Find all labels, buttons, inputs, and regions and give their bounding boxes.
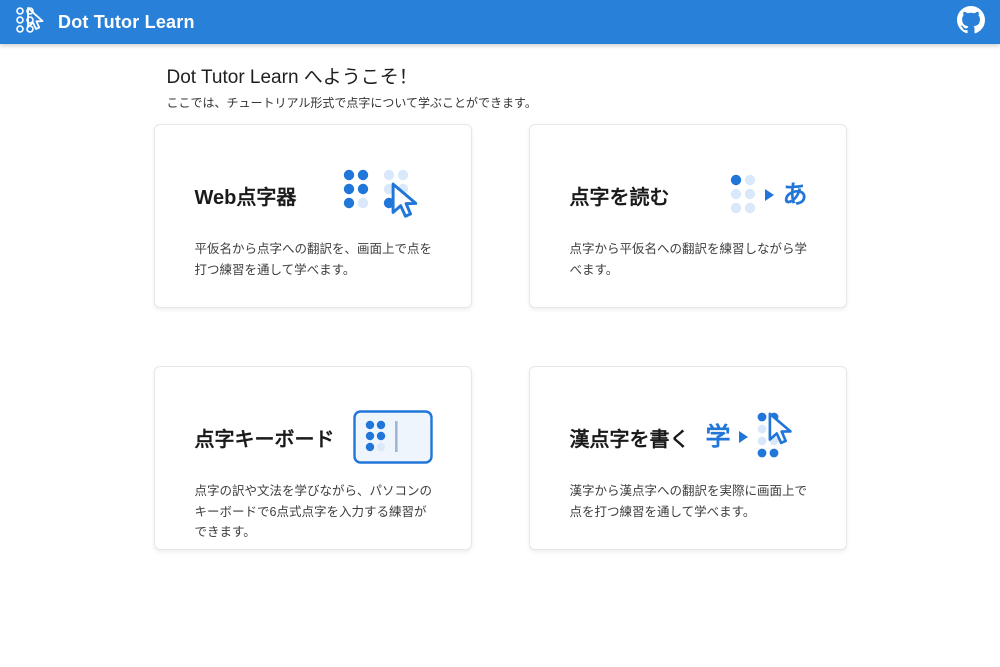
kanji-to-braille-cursor-icon: 学 (705, 411, 807, 463)
app-header: Dot Tutor Learn (0, 0, 1000, 44)
card-read-braille[interactable]: 点字を読む あ 点字から平仮名への翻訳を練習しながら学べます。 (529, 124, 847, 308)
card-description: 平仮名から点字への翻訳を、画面上で点を打つ練習を通して学べます。 (195, 239, 433, 280)
main-content: Dot Tutor Learn へようこそ！ ここでは、チュートリアル形式で点字… (154, 44, 847, 550)
github-icon (957, 6, 985, 39)
welcome-section: Dot Tutor Learn へようこそ！ ここでは、チュートリアル形式で点字… (154, 62, 847, 111)
card-top-row: 点字キーボード (195, 395, 433, 479)
card-title: 漢点字を書く (570, 423, 690, 452)
card-description: 点字から平仮名への翻訳を練習しながら学べます。 (570, 239, 808, 280)
card-top-row: 点字を読む あ (570, 153, 808, 237)
card-description: 漢字から漢点字への翻訳を実際に画面上で点を打つ練習を通して学べます。 (570, 481, 808, 522)
arrow-right-icon (765, 189, 774, 201)
card-top-row: 漢点字を書く 学 (570, 395, 808, 479)
braille-keyboard-input-icon (353, 410, 433, 464)
page-subtitle: ここでは、チュートリアル形式で点字について学ぶことができます。 (167, 94, 847, 111)
page-title: Dot Tutor Learn へようこそ！ (167, 62, 847, 89)
card-title: 点字キーボード (195, 423, 335, 452)
tutorial-cards-grid: Web点字器 (154, 124, 847, 550)
braille-cells-with-cursor-icon (341, 162, 433, 228)
github-link[interactable] (956, 7, 986, 37)
card-braille-keyboard[interactable]: 点字キーボード 点字の訳や文法を学びながら、パソコンのキーボードで6点式点字を入… (154, 366, 472, 550)
app-logo[interactable] (12, 5, 46, 39)
app-title: Dot Tutor Learn (58, 12, 195, 33)
kanji-manabu-glyph: 学 (705, 425, 730, 450)
arrow-right-icon (739, 431, 748, 443)
braille-cursor-logo-icon (13, 4, 45, 41)
card-title: 点字を読む (570, 181, 670, 210)
card-description: 点字の訳や文法を学びながら、パソコンのキーボードで6点式点字を入力する練習ができ… (195, 481, 433, 543)
card-top-row: Web点字器 (195, 153, 433, 237)
braille-to-hiragana-icon: あ (729, 173, 807, 217)
card-web-braille-writer[interactable]: Web点字器 (154, 124, 472, 308)
hiragana-a-glyph: あ (782, 183, 807, 208)
card-write-kanji-braille[interactable]: 漢点字を書く 学 (529, 366, 847, 550)
card-title: Web点字器 (195, 181, 297, 210)
